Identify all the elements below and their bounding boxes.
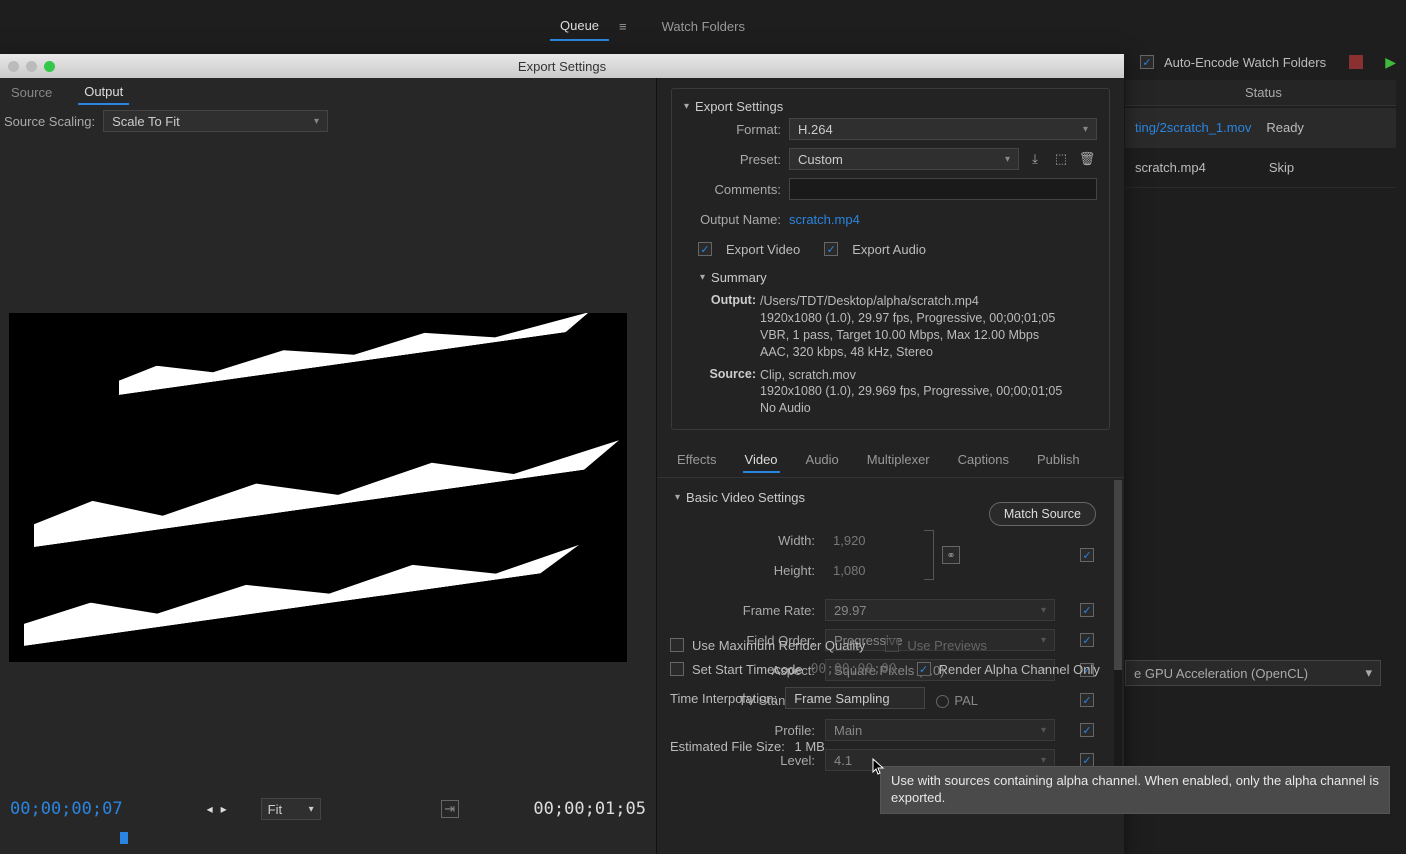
dimensions-match-checkbox[interactable] — [1080, 548, 1094, 562]
time-out: 00;00;01;05 — [533, 799, 646, 819]
height-value[interactable]: 1,080 — [825, 563, 918, 578]
preview-pane: Source Output Source Scaling: Scale To F… — [0, 78, 656, 854]
export-audio-checkbox[interactable] — [824, 242, 838, 256]
step-back-icon[interactable]: ◂ — [207, 802, 213, 816]
export-video-label: Export Video — [726, 242, 800, 257]
queue-row[interactable]: ting/2scratch_1.mov Ready — [1125, 108, 1396, 148]
preset-label: Preset: — [684, 152, 789, 167]
video-preview[interactable] — [9, 313, 627, 662]
export-settings-header[interactable]: ▾ Export Settings — [684, 99, 1097, 114]
save-preset-icon[interactable]: ⤓ — [1025, 149, 1045, 169]
zoom-fit-dropdown[interactable]: Fit — [261, 798, 321, 820]
tab-multiplexer[interactable]: Multiplexer — [865, 448, 932, 473]
export-settings-dialog: Export Settings Source Output Source Sca… — [0, 54, 1124, 854]
alpha-only-checkbox[interactable] — [917, 662, 931, 676]
link-icon[interactable]: ⚭ — [942, 546, 960, 564]
source-scaling-label: Source Scaling: — [4, 114, 95, 129]
chevron-down-icon: ▾ — [700, 272, 705, 283]
file-size-value: 1 MB — [795, 739, 825, 754]
chevron-down-icon: ▾ — [684, 101, 689, 112]
dialog-title: Export Settings — [518, 59, 606, 74]
frame-rate-dropdown[interactable]: 29.97 — [825, 599, 1055, 621]
summary-source-text: Clip, scratch.mov 1920x1080 (1.0), 29.96… — [760, 367, 1097, 418]
tab-queue[interactable]: Queue — [550, 12, 609, 41]
chevron-down-icon: ▾ — [675, 492, 680, 503]
output-name-label: Output Name: — [684, 212, 789, 227]
level-label: Level: — [675, 753, 825, 768]
summary-source-label: Source: — [704, 367, 756, 418]
summary-header[interactable]: ▾ Summary — [700, 270, 1097, 285]
play-queue-icon[interactable]: ▶ — [1385, 54, 1396, 71]
queue-item-path: scratch.mp4 — [1135, 160, 1206, 175]
file-size-label: Estimated File Size: — [670, 739, 785, 754]
play-icon[interactable]: ▸ — [221, 802, 227, 816]
format-label: Format: — [684, 122, 789, 137]
queue-item-status: Skip — [1269, 160, 1294, 175]
height-label: Height: — [675, 563, 825, 578]
delete-preset-icon[interactable]: 🗑 — [1077, 149, 1097, 169]
tab-output[interactable]: Output — [78, 80, 129, 105]
tooltip: Use with sources containing alpha channe… — [880, 766, 1390, 814]
queue-menu-icon[interactable]: ≡ — [619, 19, 627, 34]
tab-captions[interactable]: Captions — [956, 448, 1011, 473]
max-quality-label: Use Maximum Render Quality — [692, 638, 865, 653]
level-match-checkbox[interactable] — [1080, 753, 1094, 767]
title-bar: Export Settings — [0, 54, 1124, 78]
time-interpolation-label: Time Interpolation: — [670, 691, 777, 706]
use-previews-checkbox — [885, 638, 899, 652]
import-preset-icon[interactable]: ⬚ — [1051, 149, 1071, 169]
queue-item-path[interactable]: ting/2scratch_1.mov — [1135, 120, 1251, 135]
use-previews-label: Use Previews — [907, 638, 986, 653]
close-icon[interactable] — [8, 61, 19, 72]
output-name-link[interactable]: scratch.mp4 — [789, 212, 860, 227]
preset-dropdown[interactable]: Custom — [789, 148, 1019, 170]
queue-row[interactable]: scratch.mp4 Skip — [1125, 148, 1396, 188]
tab-audio[interactable]: Audio — [804, 448, 841, 473]
start-timecode-checkbox[interactable] — [670, 662, 684, 676]
tab-watch-folders[interactable]: Watch Folders — [652, 13, 755, 40]
set-in-out-icon[interactable]: ⇥ — [441, 800, 459, 818]
minimize-icon[interactable] — [26, 61, 37, 72]
stop-icon[interactable] — [1349, 55, 1363, 69]
tab-source[interactable]: Source — [5, 81, 58, 104]
match-source-button[interactable]: Match Source — [989, 502, 1096, 526]
source-scaling-dropdown[interactable]: Scale To Fit — [103, 110, 328, 132]
max-quality-checkbox[interactable] — [670, 638, 684, 652]
comments-label: Comments: — [684, 182, 789, 197]
export-video-checkbox[interactable] — [698, 242, 712, 256]
time-in[interactable]: 00;00;00;07 — [10, 799, 123, 819]
summary-output-text: /Users/TDT/Desktop/alpha/scratch.mp4 192… — [760, 293, 1097, 361]
renderer-dropdown[interactable]: e GPU Acceleration (OpenCL) — [1125, 660, 1381, 686]
start-timecode-label: Set Start Timecode — [692, 662, 803, 677]
tab-publish[interactable]: Publish — [1035, 448, 1082, 473]
status-column-header: Status — [1125, 80, 1396, 106]
format-dropdown[interactable]: H.264 — [789, 118, 1097, 140]
export-settings-section: ▾ Export Settings Format: H.264 Preset: … — [671, 88, 1110, 430]
frame-rate-label: Frame Rate: — [675, 603, 825, 618]
start-timecode-value: 00;00;00;00 — [811, 662, 897, 677]
alpha-only-label: Render Alpha Channel Only — [939, 662, 1100, 677]
playhead-icon[interactable] — [120, 832, 128, 844]
queue-item-status: Ready — [1266, 120, 1304, 135]
tab-video[interactable]: Video — [743, 448, 780, 473]
summary-output-label: Output: — [704, 293, 756, 361]
frame-rate-match-checkbox[interactable] — [1080, 603, 1094, 617]
width-label: Width: — [675, 533, 825, 548]
comments-input[interactable] — [789, 178, 1097, 200]
export-audio-label: Export Audio — [852, 242, 926, 257]
link-bracket — [924, 530, 934, 580]
auto-encode-label: Auto-Encode Watch Folders — [1164, 55, 1326, 70]
maximize-icon[interactable] — [44, 61, 55, 72]
width-value[interactable]: 1,920 — [825, 533, 918, 548]
auto-encode-checkbox[interactable] — [1140, 55, 1154, 69]
time-interpolation-dropdown[interactable]: Frame Sampling — [785, 687, 925, 709]
tab-effects[interactable]: Effects — [675, 448, 719, 473]
